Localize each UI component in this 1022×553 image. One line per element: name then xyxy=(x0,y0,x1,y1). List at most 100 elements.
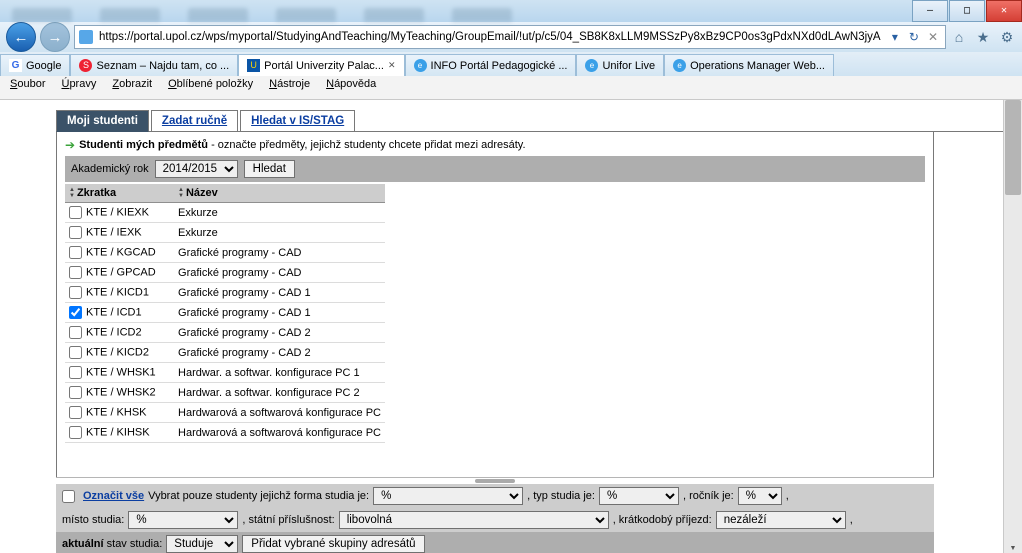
row-code: KTE / GPCAD xyxy=(86,267,156,279)
mark-all-link[interactable]: Označit vše xyxy=(83,490,144,502)
table-row: KTE / KICD2 Grafické programy - CAD 2 xyxy=(65,343,385,363)
status-select[interactable]: Studuje xyxy=(166,535,238,553)
tab-label: Operations Manager Web... xyxy=(690,60,825,72)
forward-button[interactable]: → xyxy=(40,22,70,52)
menu-item[interactable]: Nástroje xyxy=(263,77,316,98)
browser-tab[interactable]: eUnifor Live xyxy=(576,54,664,76)
maximize-button[interactable]: □ xyxy=(949,0,985,22)
browser-tabs: GGoogleSSeznam – Najdu tam, co ...UPortá… xyxy=(0,52,1022,76)
minimize-button[interactable]: — xyxy=(912,0,948,22)
settings-icon[interactable]: ⚙ xyxy=(998,29,1016,46)
tab-label: INFO Portál Pedagogické ... xyxy=(431,60,568,72)
menu-item[interactable]: Zobrazit xyxy=(106,77,158,98)
row-checkbox[interactable] xyxy=(69,226,82,239)
search-button[interactable]: Hledat xyxy=(244,160,295,178)
row-checkbox[interactable] xyxy=(69,346,82,359)
browser-tab[interactable]: eINFO Portál Pedagogické ... xyxy=(405,54,577,76)
row-checkbox[interactable] xyxy=(69,266,82,279)
mark-all-checkbox[interactable] xyxy=(62,490,75,503)
browser-tab[interactable]: eOperations Manager Web... xyxy=(664,54,834,76)
subjects-table: ▲▼Zkratka ▲▼Název KTE / KIEXKExkurzeKTE … xyxy=(65,184,385,443)
row-name: Grafické programy - CAD 1 xyxy=(174,303,385,323)
table-row: KTE / WHSK1Hardwar. a softwar. konfigura… xyxy=(65,363,385,383)
stop-icon[interactable]: ✕ xyxy=(925,30,941,44)
menu-item[interactable]: Soubor xyxy=(4,77,51,98)
row-checkbox[interactable] xyxy=(69,246,82,259)
table-row: KTE / IEXK Exkurze xyxy=(65,223,385,243)
row-checkbox[interactable] xyxy=(69,326,82,339)
row-code: KTE / KICD2 xyxy=(86,347,149,359)
back-button[interactable]: ← xyxy=(6,22,36,52)
row-checkbox[interactable] xyxy=(69,366,82,379)
tab-close-icon[interactable]: ✕ xyxy=(388,60,396,71)
row-code: KTE / KHSK xyxy=(86,407,147,419)
row-name: Grafické programy - CAD 1 xyxy=(174,283,385,303)
favorites-icon[interactable]: ★ xyxy=(974,29,992,46)
year-select[interactable]: % xyxy=(738,487,782,505)
nationality-select[interactable]: libovolná xyxy=(339,511,609,529)
academic-year-select[interactable]: 2014/2015 xyxy=(155,160,238,178)
browser-tab[interactable]: GGoogle xyxy=(0,54,70,76)
add-groups-button[interactable]: Přidat vybrané skupiny adresátů xyxy=(242,535,424,553)
row-name: Grafické programy - CAD 2 xyxy=(174,343,385,363)
menu-bar: SouborÚpravyZobrazitOblíbené položkyNást… xyxy=(0,76,1022,100)
table-row: KTE / GPCAD Grafické programy - CAD xyxy=(65,263,385,283)
blurred-title xyxy=(4,0,911,22)
home-icon[interactable]: ⌂ xyxy=(950,29,968,46)
close-button[interactable]: ✕ xyxy=(986,0,1022,22)
table-row: KTE / KHSK Hardwarová a softwarová konfig… xyxy=(65,403,385,423)
row-checkbox[interactable] xyxy=(69,306,82,319)
nationality-label: , státní příslušnost: xyxy=(242,514,334,526)
row-checkbox[interactable] xyxy=(69,406,82,419)
row-name: Exkurze xyxy=(174,223,385,243)
row-code: KTE / WHSK1 xyxy=(86,367,156,379)
row-code: KTE / KIHSK xyxy=(86,427,150,439)
menu-item[interactable]: Nápověda xyxy=(320,77,382,98)
row-name: Grafické programy - CAD xyxy=(174,243,385,263)
row-code: KTE / KICD1 xyxy=(86,287,149,299)
status-label: aktuální stav studia: xyxy=(62,538,162,550)
col-name[interactable]: ▲▼Název xyxy=(174,184,385,203)
place-select[interactable]: % xyxy=(128,511,238,529)
row-code: KTE / WHSK2 xyxy=(86,387,156,399)
tab-label: Portál Univerzity Palac... xyxy=(264,60,384,72)
tab-search-stag[interactable]: Hledat v IS/STAG xyxy=(240,110,355,132)
browser-tab[interactable]: UPortál Univerzity Palac...✕ xyxy=(238,54,404,76)
row-name: Grafické programy - CAD xyxy=(174,263,385,283)
row-checkbox[interactable] xyxy=(69,206,82,219)
short-stay-label: , krátkodobý příjezd: xyxy=(613,514,712,526)
form-study-label: Vybrat pouze studenty jejichž forma stud… xyxy=(148,490,369,502)
row-code: KTE / KIEXK xyxy=(86,207,149,219)
dropdown-history-icon[interactable]: ▾ xyxy=(887,30,903,44)
row-code: KTE / IEXK xyxy=(86,227,142,239)
row-code: KTE / KGCAD xyxy=(86,247,156,259)
refresh-icon[interactable]: ↻ xyxy=(906,30,922,44)
row-name: Hardwar. a softwar. konfigurace PC 2 xyxy=(174,383,385,403)
row-checkbox[interactable] xyxy=(69,286,82,299)
browser-tab[interactable]: SSeznam – Najdu tam, co ... xyxy=(70,54,238,76)
type-study-select[interactable]: % xyxy=(599,487,679,505)
table-row: KTE / KIEXKExkurze xyxy=(65,203,385,223)
menu-item[interactable]: Oblíbené položky xyxy=(162,77,259,98)
type-study-label: , typ studia je: xyxy=(527,490,595,502)
col-code[interactable]: ▲▼Zkratka xyxy=(65,184,174,203)
row-checkbox[interactable] xyxy=(69,386,82,399)
window-titlebar: — □ ✕ xyxy=(0,0,1022,22)
menu-item[interactable]: Úpravy xyxy=(55,77,102,98)
tab-manual-entry[interactable]: Zadat ručně xyxy=(151,110,238,132)
short-stay-select[interactable]: nezáleží xyxy=(716,511,846,529)
row-checkbox[interactable] xyxy=(69,426,82,439)
year-label: , ročník je: xyxy=(683,490,734,502)
table-row: KTE / WHSK2 Hardwar. a softwar. konfigura… xyxy=(65,383,385,403)
page-scrollbar[interactable]: ▲ ▼ xyxy=(1003,100,1022,553)
form-study-select[interactable]: % xyxy=(373,487,523,505)
row-name: Grafické programy - CAD 2 xyxy=(174,323,385,343)
tab-label: Unifor Live xyxy=(602,60,655,72)
tab-my-students[interactable]: Moji studenti xyxy=(56,110,149,132)
url-input[interactable] xyxy=(97,29,883,45)
arrow-right-icon: ➔ xyxy=(65,138,75,152)
row-name: Hardwarová a softwarová konfigurace PC xyxy=(174,403,385,423)
splitter-handle[interactable] xyxy=(56,477,934,484)
panel-heading: Studenti mých předmětů - označte předmět… xyxy=(79,139,526,151)
tab-label: Google xyxy=(26,60,61,72)
